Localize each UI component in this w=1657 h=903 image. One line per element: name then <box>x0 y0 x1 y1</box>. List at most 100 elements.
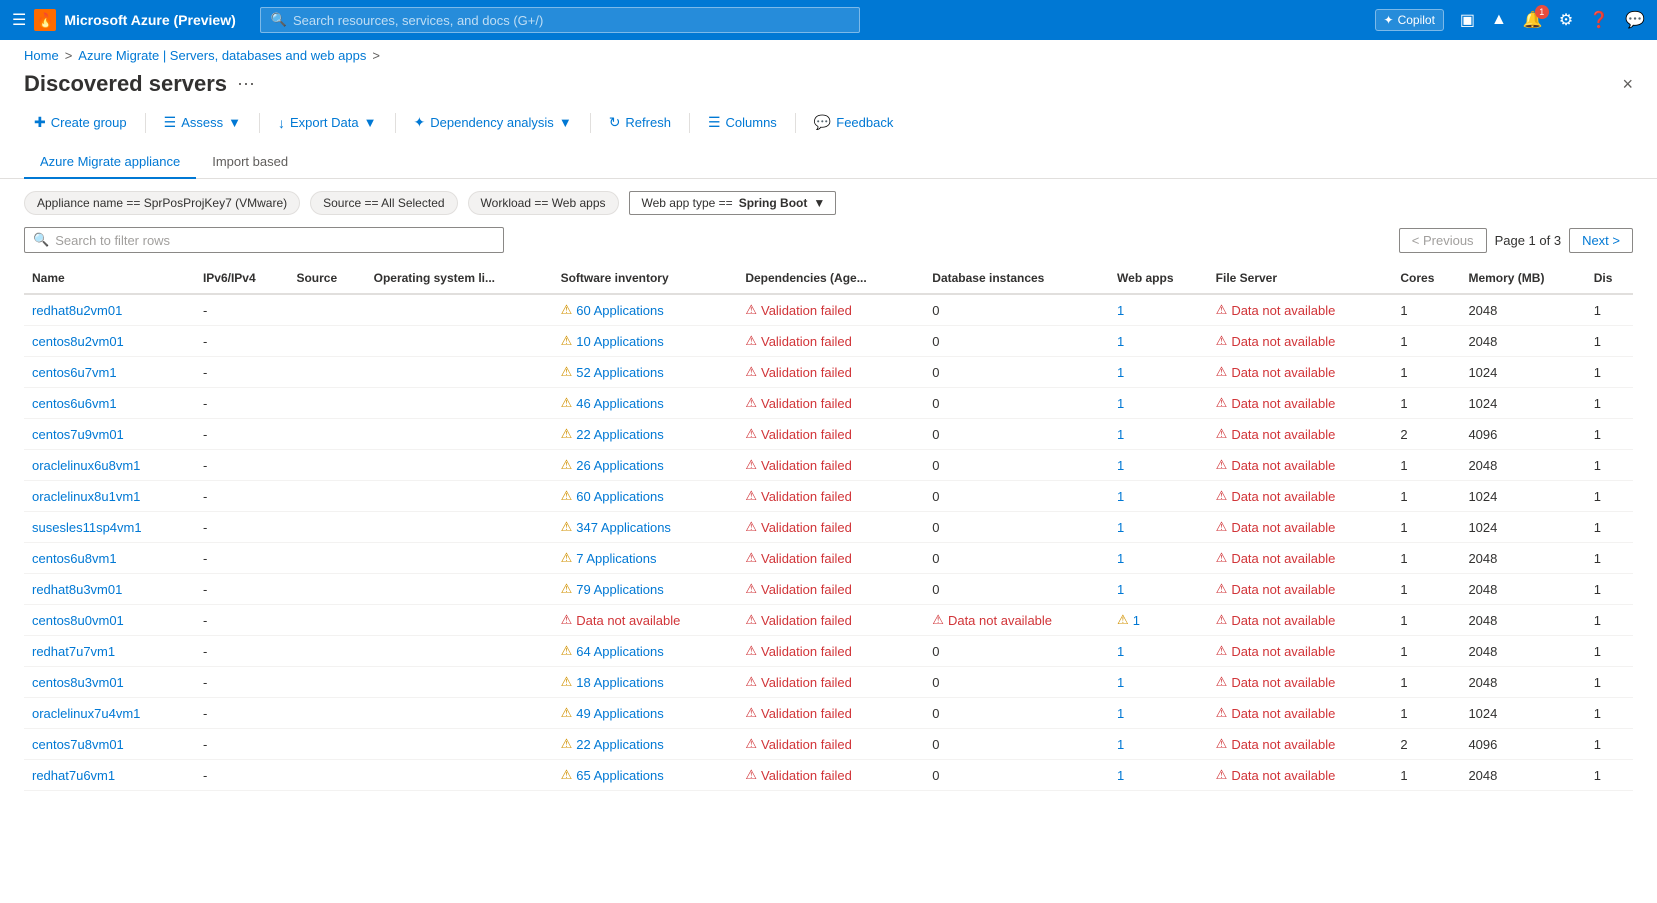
feedback-button[interactable]: 💬 Feedback <box>804 109 904 136</box>
software-link[interactable]: 347 Applications <box>576 520 671 535</box>
cell-dis: 1 <box>1586 729 1633 760</box>
cell-os <box>366 760 553 791</box>
server-name-link[interactable]: oraclelinux8u1vm1 <box>32 489 140 504</box>
cell-fileserver: ⚠ Data not available <box>1208 667 1393 698</box>
server-name-link[interactable]: centos6u8vm1 <box>32 551 117 566</box>
software-link[interactable]: 46 Applications <box>576 396 663 411</box>
notifications-icon[interactable]: 🔔 1 <box>1523 10 1543 30</box>
cell-memory: 1024 <box>1460 481 1585 512</box>
server-name-link[interactable]: redhat7u7vm1 <box>32 644 115 659</box>
webapp-link[interactable]: 1 <box>1117 582 1124 597</box>
hamburger-icon[interactable]: ☰ <box>12 10 26 30</box>
server-name-link[interactable]: centos7u8vm01 <box>32 737 124 752</box>
filter-webapp-type[interactable]: Web app type == Spring Boot ▼ <box>629 191 837 215</box>
webapp-link[interactable]: 1 <box>1117 303 1124 318</box>
software-link[interactable]: 22 Applications <box>576 737 663 752</box>
global-search-bar[interactable]: 🔍 <box>260 7 860 33</box>
cell-cores: 1 <box>1392 388 1460 419</box>
server-name-link[interactable]: centos7u9vm01 <box>32 427 124 442</box>
webapp-link[interactable]: 1 <box>1117 737 1124 752</box>
software-link[interactable]: 60 Applications <box>576 489 663 504</box>
cell-dependencies: ⚠ Validation failed <box>737 419 924 450</box>
webapp-link[interactable]: 1 <box>1117 644 1124 659</box>
server-name-link[interactable]: centos6u7vm1 <box>32 365 117 380</box>
software-warn: ⚠347 Applications <box>561 519 730 535</box>
cell-cores: 1 <box>1392 791 1460 797</box>
server-name-link[interactable]: centos8u0vm01 <box>32 613 124 628</box>
help-icon[interactable]: ❓ <box>1589 10 1609 30</box>
server-name-link[interactable]: oraclelinux7u4vm1 <box>32 706 140 721</box>
table-search-box[interactable]: 🔍 <box>24 227 504 253</box>
breadcrumb-parent[interactable]: Azure Migrate | Servers, databases and w… <box>78 48 366 63</box>
webapp-link[interactable]: 1 <box>1117 396 1124 411</box>
global-search-input[interactable] <box>293 13 849 28</box>
webapp-link[interactable]: 1 <box>1117 365 1124 380</box>
webapp-link[interactable]: 1 <box>1117 706 1124 721</box>
webapp-link[interactable]: 1 <box>1117 334 1124 349</box>
software-link[interactable]: 26 Applications <box>576 458 663 473</box>
software-link[interactable]: 60 Applications <box>576 303 663 318</box>
webapp-link[interactable]: 1 <box>1117 458 1124 473</box>
close-button[interactable]: × <box>1622 74 1633 95</box>
assess-button[interactable]: ☰ Assess ▼ <box>154 109 251 136</box>
copilot-button[interactable]: ✦ Copilot <box>1375 9 1444 31</box>
cell-source <box>288 419 365 450</box>
software-link[interactable]: 79 Applications <box>576 582 663 597</box>
pagination-controls: < Previous Page 1 of 3 Next > <box>1399 228 1633 253</box>
webapp-link[interactable]: 1 <box>1117 489 1124 504</box>
breadcrumb-home[interactable]: Home <box>24 48 59 63</box>
cell-os <box>366 450 553 481</box>
webapp-link[interactable]: 1 <box>1117 520 1124 535</box>
server-name-link[interactable]: centos8u2vm01 <box>32 334 124 349</box>
dependency-analysis-button[interactable]: ✦ Dependency analysis ▼ <box>404 109 582 136</box>
cell-ipv6: - <box>195 388 289 419</box>
tab-import-based[interactable]: Import based <box>196 146 304 179</box>
cell-dis: 1 <box>1586 667 1633 698</box>
software-link[interactable]: 18 Applications <box>576 675 663 690</box>
portal-icon[interactable]: ▣ <box>1460 10 1475 30</box>
webapp-link[interactable]: 1 <box>1117 675 1124 690</box>
software-link[interactable]: 22 Applications <box>576 427 663 442</box>
software-link[interactable]: 49 Applications <box>576 706 663 721</box>
software-link[interactable]: 52 Applications <box>576 365 663 380</box>
columns-button[interactable]: ☰ Columns <box>698 109 787 136</box>
server-name-link[interactable]: oraclelinux6u8vm1 <box>32 458 140 473</box>
software-link[interactable]: 7 Applications <box>576 551 656 566</box>
tab-azure-migrate-appliance[interactable]: Azure Migrate appliance <box>24 146 196 179</box>
create-group-button[interactable]: ✚ Create group <box>24 109 137 136</box>
cell-webapps: 1 <box>1109 574 1208 605</box>
refresh-button[interactable]: ↻ Refresh <box>599 109 681 136</box>
page-title: Discovered servers <box>24 71 227 97</box>
cell-memory: 1024 <box>1460 698 1585 729</box>
export-data-button[interactable]: ↓ Export Data ▼ <box>268 110 387 136</box>
software-link[interactable]: 64 Applications <box>576 644 663 659</box>
server-name-link[interactable]: susesles11sp4vm1 <box>32 520 142 535</box>
server-name-link[interactable]: redhat7u6vm1 <box>32 768 115 783</box>
more-options-icon[interactable]: ⋯ <box>237 74 255 95</box>
server-name-link[interactable]: centos8u3vm01 <box>32 675 124 690</box>
cell-db: 0 <box>924 419 1109 450</box>
table-row: susesles11sp4vm1-⚠347 Applications⚠ Vali… <box>24 512 1633 543</box>
search-icon: 🔍 <box>271 12 287 28</box>
settings-icon[interactable]: ⚙ <box>1559 10 1573 30</box>
webapp-link[interactable]: 1 <box>1117 551 1124 566</box>
webapp-link[interactable]: 1 <box>1117 427 1124 442</box>
server-name-link[interactable]: redhat8u2vm01 <box>32 303 122 318</box>
webapp-link[interactable]: 1 <box>1133 613 1140 628</box>
cell-source <box>288 698 365 729</box>
cell-source <box>288 605 365 636</box>
previous-page-button[interactable]: < Previous <box>1399 228 1487 253</box>
feedback-icon[interactable]: 💬 <box>1625 10 1645 30</box>
webapp-link[interactable]: 1 <box>1117 768 1124 783</box>
software-link[interactable]: 10 Applications <box>576 334 663 349</box>
server-name-link[interactable]: centos6u6vm1 <box>32 396 117 411</box>
software-link[interactable]: 65 Applications <box>576 768 663 783</box>
cell-memory: 2048 <box>1460 574 1585 605</box>
cell-webapps: 1 <box>1109 450 1208 481</box>
next-page-button[interactable]: Next > <box>1569 228 1633 253</box>
table-search-input[interactable] <box>55 233 495 248</box>
server-name-link[interactable]: redhat8u3vm01 <box>32 582 122 597</box>
cell-name: oraclelinux6u9vm1 <box>24 791 195 797</box>
cloud-shell-icon[interactable]: ▲ <box>1491 11 1507 29</box>
cell-db: 0 <box>924 357 1109 388</box>
